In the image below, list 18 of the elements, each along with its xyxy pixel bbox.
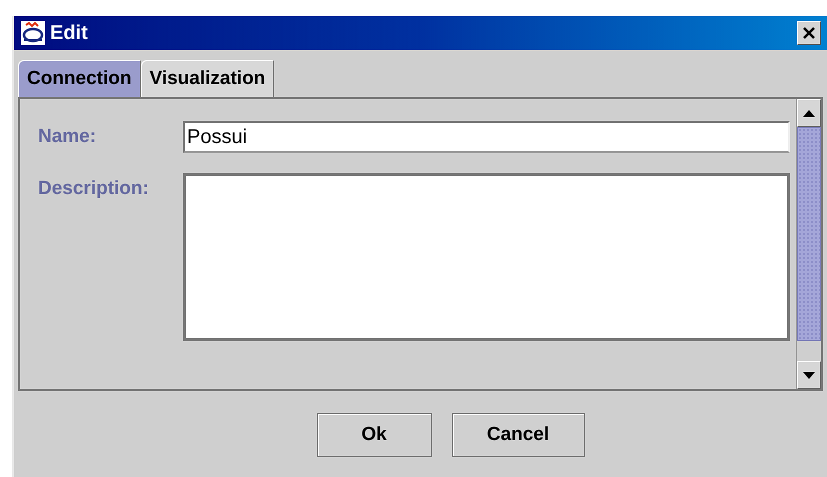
description-field[interactable] [183,173,790,341]
close-button[interactable] [797,21,821,45]
close-icon [802,26,816,40]
tab[interactable]: Visualization [140,60,274,97]
description-label: Description: [38,177,150,201]
scroll-up-button[interactable] [797,99,821,127]
scroll-thumb[interactable] [797,127,821,341]
up-arrow-icon [803,110,815,116]
name-field[interactable]: Possui [183,121,790,153]
scrollbar[interactable] [796,99,821,389]
tab[interactable]: Connection [18,60,140,97]
down-arrow-icon [803,372,815,378]
scroll-down-button[interactable] [797,361,821,389]
name-label: Name: [38,124,98,149]
app-icon [20,20,46,46]
cancel-button[interactable]: Cancel [452,413,584,457]
ok-button[interactable]: Ok [316,413,432,457]
window-title: Edit [50,21,88,46]
